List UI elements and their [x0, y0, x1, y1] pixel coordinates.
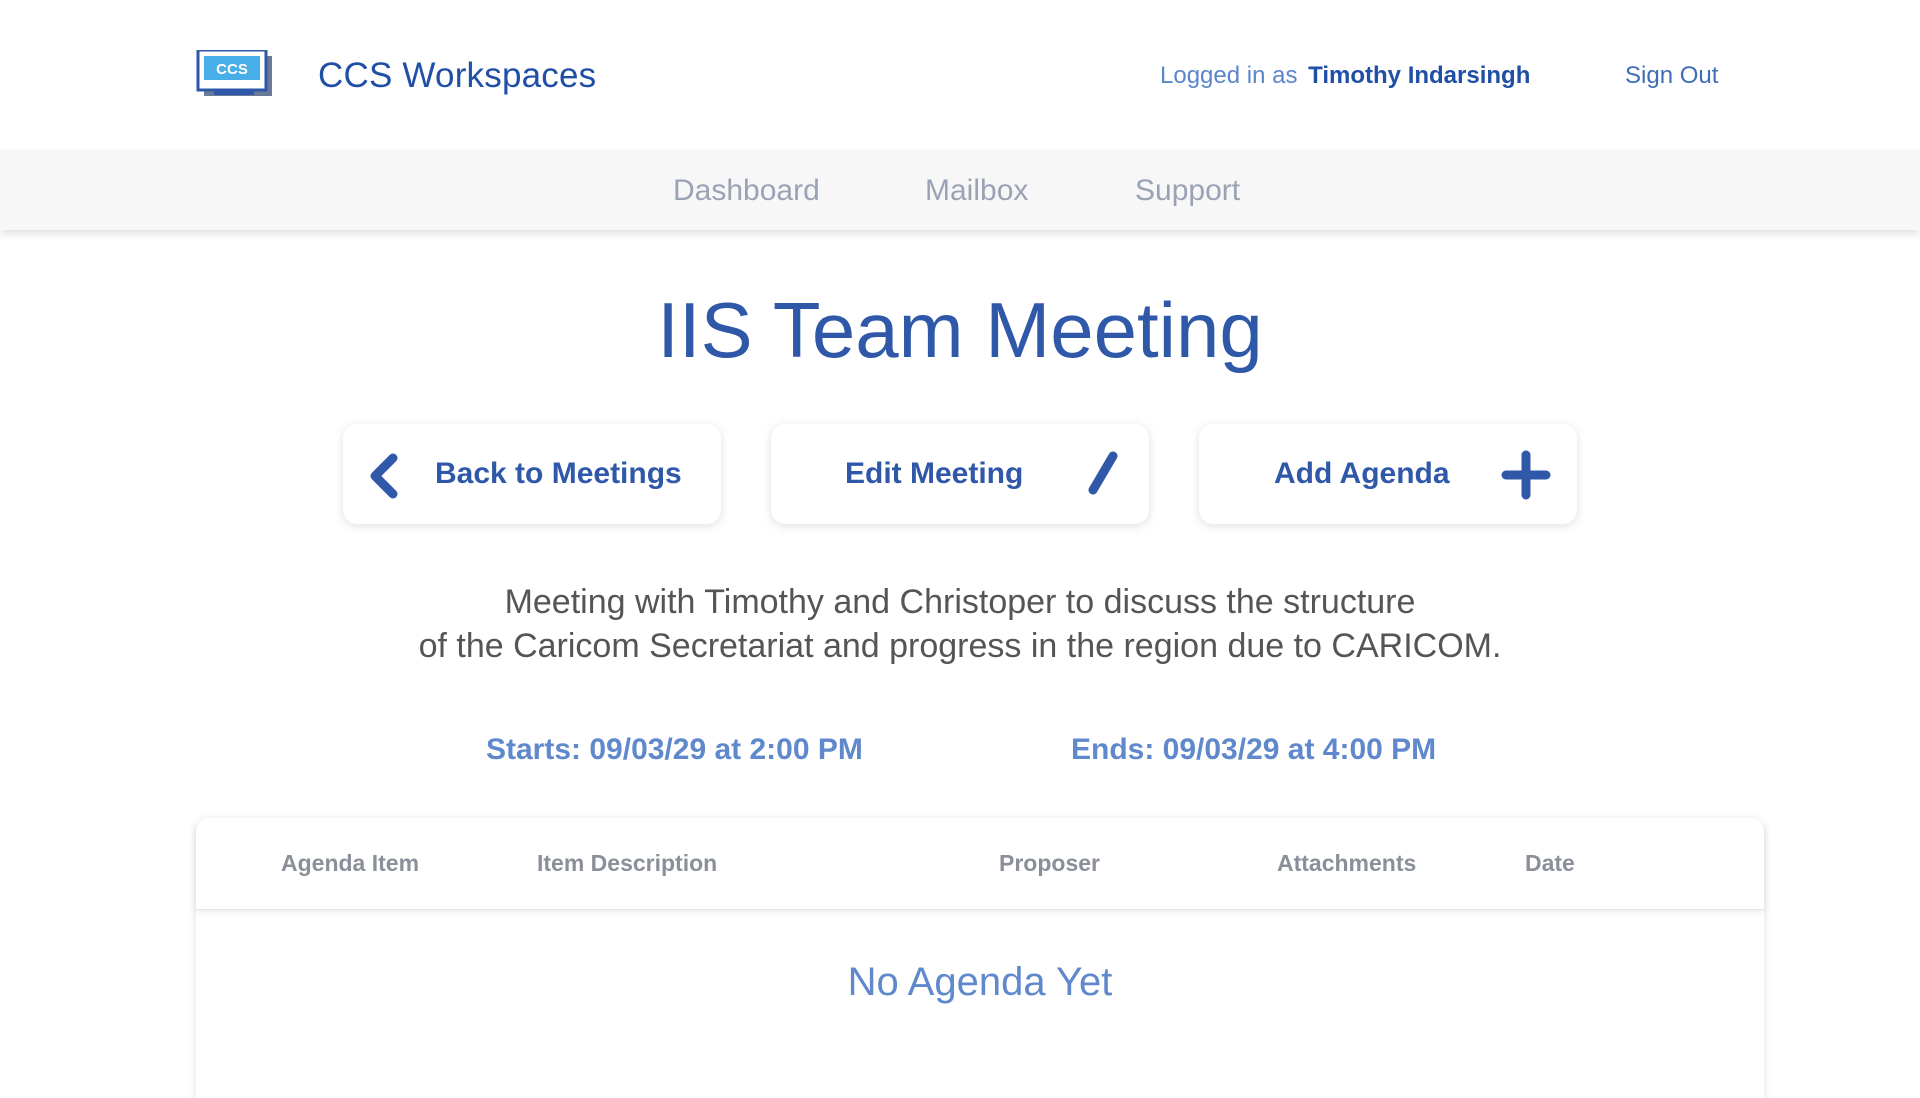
app-header: CCS CCS Workspaces Logged in as Timothy …: [0, 0, 1920, 150]
meeting-start-time: Starts: 09/03/29 at 2:00 PM: [486, 733, 863, 766]
add-agenda-label: Add Agenda: [1274, 457, 1450, 490]
ccs-logo-icon[interactable]: CCS: [196, 48, 278, 100]
agenda-table-header: Agenda Item Item Description Proposer At…: [196, 818, 1764, 910]
column-date[interactable]: Date: [1525, 850, 1575, 877]
login-prefix: Logged in as: [1160, 62, 1298, 89]
nav-item-dashboard[interactable]: Dashboard: [673, 174, 820, 208]
meeting-end-time: Ends: 09/03/29 at 4:00 PM: [1071, 733, 1437, 766]
logo-text: CCS: [216, 61, 248, 78]
nav-item-mailbox[interactable]: Mailbox: [925, 174, 1028, 208]
pencil-icon: [1088, 451, 1118, 495]
back-to-meetings-button[interactable]: Back to Meetings: [343, 424, 721, 524]
nav-item-support[interactable]: Support: [1135, 174, 1240, 208]
back-to-meetings-label: Back to Meetings: [435, 457, 682, 490]
user-name: Timothy Indarsingh: [1308, 62, 1531, 89]
chevron-left-icon: [370, 453, 398, 499]
brand-title[interactable]: CCS Workspaces: [318, 56, 596, 96]
description-line-2: of the Caricom Secretariat and progress …: [418, 627, 1502, 665]
meeting-description: Meeting with Timothy and Christoper to d…: [360, 580, 1560, 668]
description-line-1: Meeting with Timothy and Christoper to d…: [504, 583, 1416, 621]
add-agenda-button[interactable]: Add Agenda: [1199, 424, 1577, 524]
main-nav: Dashboard Mailbox Support: [0, 150, 1920, 230]
sign-out-link[interactable]: Sign Out: [1625, 62, 1718, 90]
agenda-table: Agenda Item Item Description Proposer At…: [196, 818, 1764, 1098]
column-attachments[interactable]: Attachments: [1277, 850, 1416, 877]
column-item-description[interactable]: Item Description: [537, 850, 717, 877]
page-title: IIS Team Meeting: [657, 286, 1263, 374]
column-proposer[interactable]: Proposer: [999, 850, 1100, 877]
agenda-empty-message: No Agenda Yet: [847, 960, 1113, 1004]
plus-icon: [1501, 450, 1551, 500]
edit-meeting-label: Edit Meeting: [845, 457, 1024, 490]
edit-meeting-button[interactable]: Edit Meeting: [771, 424, 1149, 524]
login-status: Logged in as Timothy Indarsingh: [1160, 62, 1530, 90]
column-agenda-item[interactable]: Agenda Item: [281, 850, 419, 877]
